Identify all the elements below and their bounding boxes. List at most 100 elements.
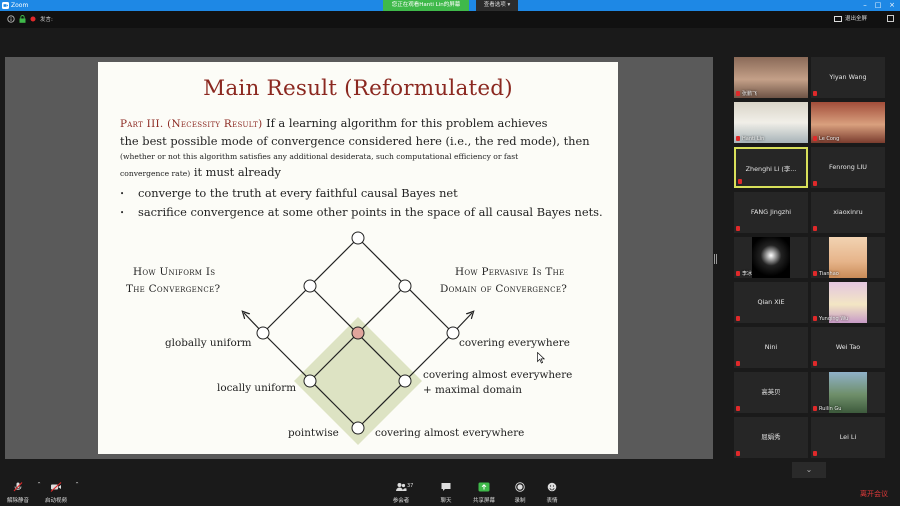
participant-tile[interactable]: 李冰 <box>734 237 808 278</box>
share-screen-button[interactable]: 共享屏幕 <box>466 482 502 504</box>
speaker-label: 发言: <box>40 17 53 23</box>
participant-tile[interactable]: Ruilin Gu <box>811 372 885 413</box>
participant-name: Tianhao <box>819 271 839 277</box>
participant-name: Nini <box>764 343 778 351</box>
participant-name: 高英贝 <box>761 388 781 396</box>
view-options-label: 查看选项 <box>483 2 506 8</box>
meeting-toolbar: 解除静音 ⌃ 启动视频 ⌃ 参会者 37 聊天 共享屏幕 录制 表情 离开会议 <box>0 480 900 506</box>
microphone-muted-icon <box>813 181 817 186</box>
participant-tile[interactable]: Hanti Lin <box>734 102 808 143</box>
participant-tile[interactable]: 张鹏飞 <box>734 57 808 98</box>
microphone-muted-icon <box>813 316 817 321</box>
reactions-label: 表情 <box>546 498 558 504</box>
share-banner: 您正在观看Hanti Lin的屏幕 <box>383 0 469 11</box>
left-question-line-2: The Convergence? <box>126 283 221 295</box>
participant-name: Qian XIE <box>757 298 785 306</box>
unmute-label: 解除静音 <box>6 498 29 504</box>
exit-fullscreen-button[interactable]: 退出全屏 <box>834 14 867 24</box>
record-label: 录制 <box>514 498 526 504</box>
microphone-muted-icon <box>736 406 740 411</box>
microphone-muted-icon <box>813 226 817 231</box>
participant-tile[interactable]: Tianhao <box>811 237 885 278</box>
lock-icon[interactable] <box>19 15 26 23</box>
maximize-button[interactable]: □ <box>873 0 883 11</box>
fullscreen-icon[interactable] <box>887 15 894 22</box>
view-options-button[interactable]: 查看选项 ▾ <box>476 0 518 11</box>
right-question-line-1: How Pervasive Is The <box>455 266 565 278</box>
chat-button[interactable]: 聊天 <box>428 482 464 504</box>
participant-name: 张鹏飞 <box>742 91 758 97</box>
lattice-diagram <box>98 231 618 445</box>
record-icon <box>515 482 525 492</box>
microphone-muted-icon <box>736 136 740 141</box>
participant-name: 屈娟秀 <box>761 433 781 441</box>
video-options-button[interactable]: ⌃ <box>72 482 82 488</box>
participant-tile[interactable]: Yunqing Wu <box>811 282 885 323</box>
participant-name: Ruilin Gu <box>819 406 842 412</box>
participant-tile[interactable]: Lei Li <box>811 417 885 458</box>
participant-name: Hanti Lin <box>742 136 765 142</box>
maximize-icon: □ <box>874 1 882 9</box>
start-video-label: 启动视频 <box>44 498 67 504</box>
participant-name: Yunqing Wu <box>819 316 849 322</box>
microphone-muted-icon <box>813 361 817 366</box>
meeting-info-icon[interactable] <box>7 15 15 23</box>
camera-off-icon <box>50 482 62 492</box>
participant-tile[interactable]: Yiyan Wang <box>811 57 885 98</box>
chat-icon <box>441 483 451 491</box>
label-globally-uniform: globally uniform <box>165 337 252 349</box>
right-question-line-2: Domain of Convergence? <box>440 283 568 295</box>
microphone-muted-icon <box>736 361 740 366</box>
participant-name: xiaoxinru <box>833 208 863 216</box>
participant-tile[interactable]: Zhenghi Li (李... <box>734 147 808 188</box>
participant-tile[interactable]: Nini <box>734 327 808 368</box>
label-maximal-domain: + maximal domain <box>423 384 522 396</box>
participant-tile[interactable]: FANG Jingzhi <box>734 192 808 233</box>
participant-name: Le Cong <box>819 136 840 142</box>
panel-resize-handle[interactable] <box>714 254 717 264</box>
start-video-button[interactable]: 启动视频 <box>38 482 74 504</box>
close-button[interactable]: × <box>887 0 897 11</box>
mouse-cursor-icon <box>537 352 545 364</box>
label-covering-almost-everywhere-maximal: covering almost everywhere <box>423 369 573 381</box>
label-covering-almost-everywhere: covering almost everywhere <box>375 427 525 439</box>
leave-meeting-button[interactable]: 离开会议 <box>852 488 896 500</box>
participant-tile[interactable]: 屈娟秀 <box>734 417 808 458</box>
participant-name: Yiyan Wang <box>829 73 867 81</box>
participant-tile[interactable]: xiaoxinru <box>811 192 885 233</box>
share-screen-label: 共享屏幕 <box>472 498 495 504</box>
participant-name: Fenrong LIU <box>829 163 867 171</box>
participant-tile[interactable]: 高英贝 <box>734 372 808 413</box>
participant-tile[interactable]: Qian XIE <box>734 282 808 323</box>
participants-count: 37 <box>407 483 414 489</box>
minimize-button[interactable]: – <box>860 0 870 11</box>
exit-fullscreen-icon <box>834 15 842 22</box>
participant-tile[interactable]: Le Cong <box>811 102 885 143</box>
smiley-icon <box>547 482 557 492</box>
participant-name: Lei Li <box>839 433 857 441</box>
gallery-collapse-button[interactable]: ⌄ <box>792 462 826 478</box>
participants-label: 参会者 <box>392 498 410 504</box>
microphone-muted-icon <box>13 482 23 492</box>
chevron-down-icon: ⌄ <box>805 465 813 474</box>
microphone-muted-icon <box>736 226 740 231</box>
share-screen-icon <box>478 482 490 492</box>
participants-button[interactable]: 参会者 <box>383 482 419 504</box>
microphone-muted-icon <box>736 271 740 276</box>
participant-name: 李冰 <box>742 271 753 277</box>
unmute-button[interactable]: 解除静音 <box>0 482 36 504</box>
participant-tile[interactable]: Wei Tao <box>811 327 885 368</box>
label-pointwise: pointwise <box>288 427 339 439</box>
participant-tile[interactable]: Fenrong LIU <box>811 147 885 188</box>
participant-video <box>752 237 790 278</box>
zoom-app-icon <box>2 2 9 9</box>
record-button[interactable]: 录制 <box>502 482 538 504</box>
reactions-button[interactable]: 表情 <box>534 482 570 504</box>
chevron-up-icon: ⌃ <box>74 482 80 488</box>
microphone-muted-icon <box>736 451 740 456</box>
zoom-window: Zoom 您正在观看Hanti Lin的屏幕 查看选项 ▾ – □ × 发言: … <box>0 0 900 506</box>
microphone-muted-icon <box>738 179 742 184</box>
microphone-muted-icon <box>813 136 817 141</box>
microphone-muted-icon <box>813 91 817 96</box>
participants-icon <box>396 483 407 491</box>
